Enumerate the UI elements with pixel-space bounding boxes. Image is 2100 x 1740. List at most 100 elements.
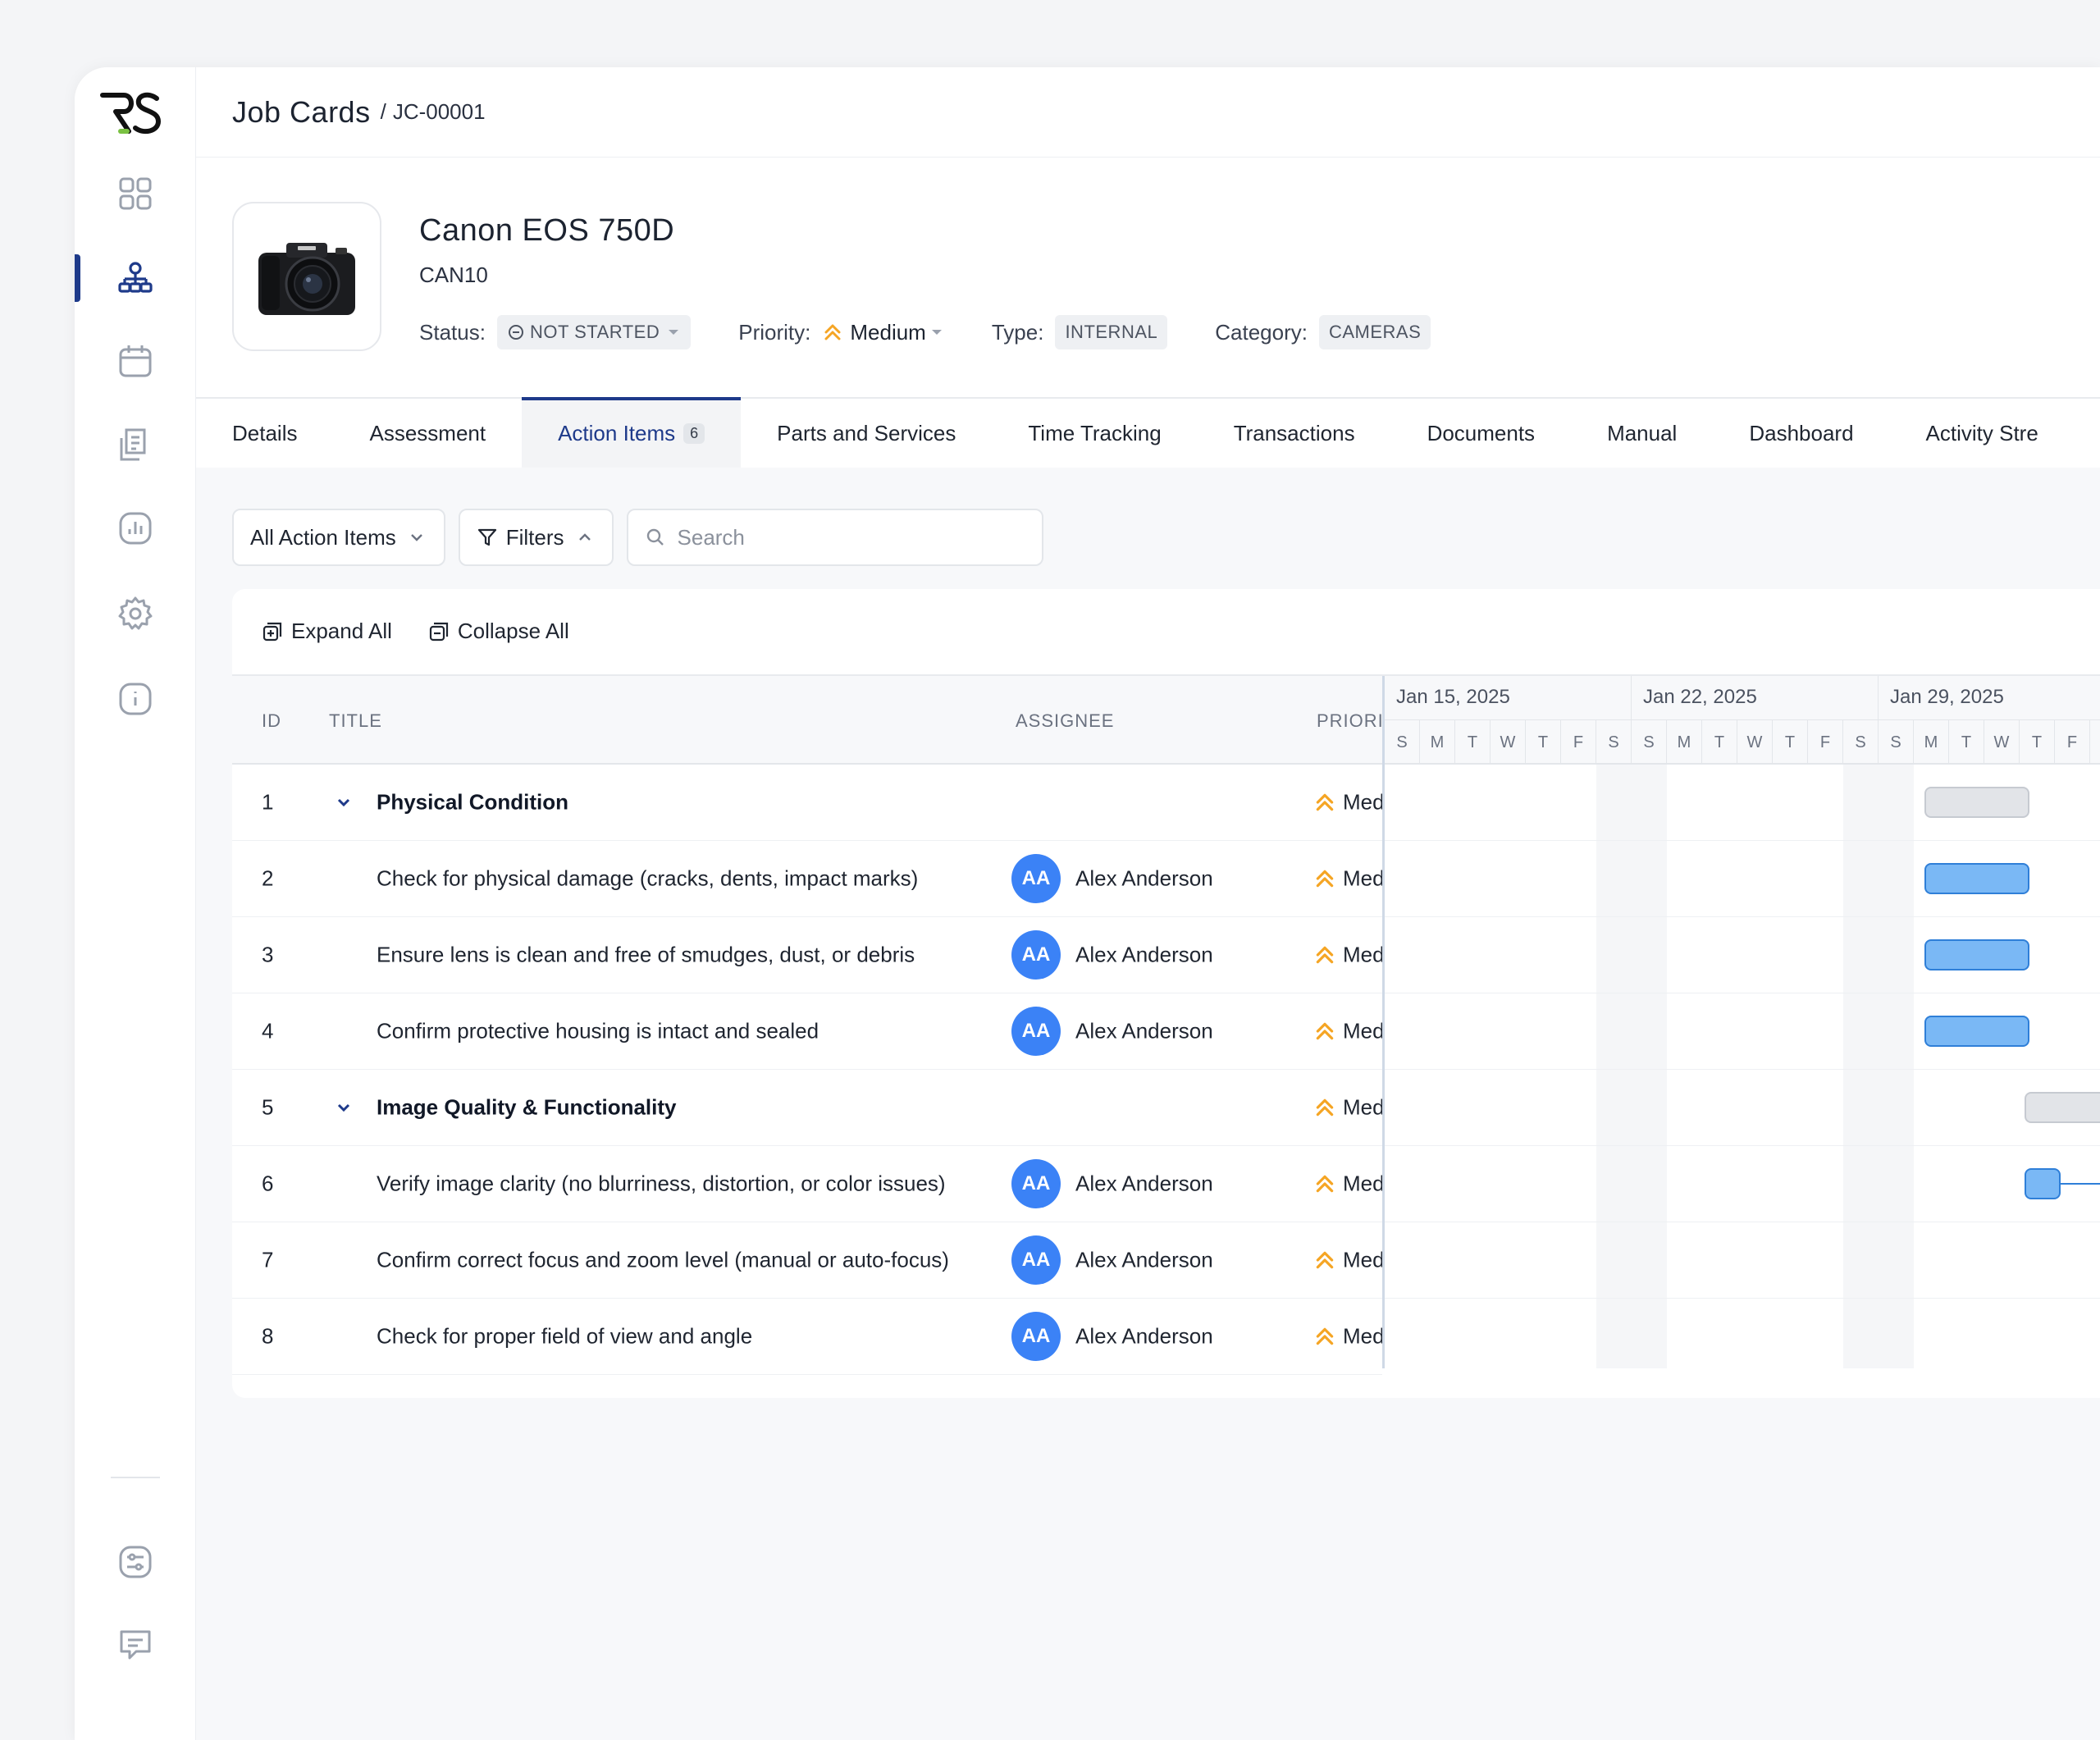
sidebar-item-dashboard[interactable] <box>109 167 162 220</box>
sidebar-item-preferences[interactable] <box>109 1536 162 1588</box>
rs-logo-icon[interactable] <box>99 90 165 136</box>
product-code: CAN10 <box>419 263 488 287</box>
gantt-task-bar[interactable] <box>1924 939 2029 970</box>
status-dropdown[interactable]: NOT STARTED <box>496 315 692 349</box>
row-priority: Med <box>1343 1018 1382 1044</box>
gantt-day-label: W <box>1984 720 2020 765</box>
gantt-task-bar[interactable] <box>1924 787 2029 818</box>
row-title[interactable]: Confirm protective housing is intact and… <box>377 1019 819 1044</box>
sidebar-item-info[interactable] <box>109 673 162 725</box>
priority-medium-icon <box>1313 791 1336 814</box>
gantt-task-bar[interactable] <box>1924 863 2029 894</box>
gantt-task-bar[interactable] <box>2025 1168 2061 1199</box>
dashboard-icon <box>119 177 152 210</box>
tab-manual[interactable]: Manual <box>1607 399 1677 468</box>
row-id: 3 <box>262 942 274 967</box>
row-assignee[interactable]: Alex Anderson <box>1075 1019 1213 1044</box>
gantt-task-bar[interactable] <box>2025 1092 2100 1123</box>
row-id: 8 <box>262 1323 274 1349</box>
avatar: AA <box>1011 854 1061 903</box>
row-id: 6 <box>262 1171 274 1196</box>
table-row[interactable]: 4 Confirm protective housing is intact an… <box>232 993 1382 1070</box>
column-header-priority[interactable]: PRIORI <box>1317 710 1384 732</box>
tab-details[interactable]: Details <box>232 399 297 468</box>
sidebar-item-reports[interactable] <box>109 502 162 555</box>
preferences-icon <box>119 1546 152 1578</box>
caret-down-icon <box>931 330 942 335</box>
table-row[interactable]: 8 Check for proper field of view and angl… <box>232 1299 1382 1375</box>
category-field: Category: CAMERAS <box>1215 315 1431 349</box>
sidebar-item-settings[interactable] <box>109 587 162 640</box>
avatar: AA <box>1011 1007 1061 1056</box>
table-row[interactable]: 7 Confirm correct focus and zoom level (m… <box>232 1222 1382 1299</box>
tab-documents[interactable]: Documents <box>1427 399 1536 468</box>
tab-action-items-count: 6 <box>683 422 705 444</box>
expand-collapse-controls: Expand All Collapse All <box>262 619 569 644</box>
row-title[interactable]: Check for proper field of view and angle <box>377 1324 752 1350</box>
chevron-down-icon[interactable] <box>332 1096 355 1119</box>
row-priority: Med <box>1343 1094 1382 1120</box>
avatar: AA <box>1011 1159 1061 1208</box>
tab-assessment[interactable]: Assessment <box>369 399 486 468</box>
row-title[interactable]: Confirm correct focus and zoom level (ma… <box>377 1248 949 1273</box>
sidebar-item-chat[interactable] <box>109 1618 162 1670</box>
not-started-icon <box>508 325 523 340</box>
row-assignee[interactable]: Alex Anderson <box>1075 866 1213 892</box>
table-row[interactable]: 2 Check for physical damage (cracks, dent… <box>232 841 1382 917</box>
column-header-id[interactable]: ID <box>262 710 281 732</box>
row-title[interactable]: Check for physical damage (cracks, dents… <box>377 866 918 892</box>
row-title[interactable]: Physical Condition <box>377 790 568 815</box>
search-icon <box>646 528 664 546</box>
org-chart-icon <box>118 262 153 293</box>
sidebar-item-documents[interactable] <box>109 418 162 471</box>
app-window: Job Cards / JC-00001 Canon EOS 750D CAN1… <box>75 67 2100 1740</box>
filters-button[interactable]: Filters <box>458 509 614 566</box>
row-title[interactable]: Image Quality & Functionality <box>377 1095 677 1121</box>
sidebar-item-job-cards[interactable] <box>109 252 162 304</box>
gantt-day-label: W <box>1491 720 1526 765</box>
table-row[interactable]: 1 Physical Condition Med <box>232 765 1382 841</box>
tab-transactions[interactable]: Transactions <box>1234 399 1355 468</box>
row-title[interactable]: Verify image clarity (no blurriness, dis… <box>377 1171 946 1197</box>
row-title[interactable]: Ensure lens is clean and free of smudges… <box>377 943 915 968</box>
tab-action-items[interactable]: Action Items 6 <box>522 397 742 468</box>
action-items-grid: Expand All Collapse All ID TITLE ASSIGNE… <box>232 589 2100 1398</box>
expand-all-button[interactable]: Expand All <box>262 619 392 644</box>
tab-parts-and-services[interactable]: Parts and Services <box>777 399 956 468</box>
chevron-down-icon[interactable] <box>332 791 355 814</box>
priority-dropdown[interactable]: Medium <box>822 320 943 345</box>
row-priority: Med <box>1343 1323 1382 1349</box>
view-select-value: All Action Items <box>250 524 396 550</box>
view-select[interactable]: All Action Items <box>232 509 445 566</box>
row-assignee[interactable]: Alex Anderson <box>1075 1248 1213 1273</box>
chevron-up-icon <box>578 533 591 541</box>
tab-activity-stream[interactable]: Activity Stre <box>1926 399 2038 468</box>
nav-active-indicator <box>75 254 80 302</box>
row-assignee[interactable]: Alex Anderson <box>1075 1171 1213 1197</box>
priority-label: Priority: <box>738 319 811 345</box>
table-row[interactable]: 3 Ensure lens is clean and free of smudge… <box>232 917 1382 993</box>
column-header-assignee[interactable]: ASSIGNEE <box>1016 710 1114 732</box>
tab-dashboard[interactable]: Dashboard <box>1749 399 1853 468</box>
breadcrumb-section[interactable]: Job Cards <box>232 95 371 130</box>
gantt-day-label: T <box>1773 720 1808 765</box>
tab-time-tracking[interactable]: Time Tracking <box>1028 399 1161 468</box>
search-input[interactable]: Search <box>626 509 1043 566</box>
priority-medium-icon <box>1313 867 1336 890</box>
gantt-day-label: S <box>1632 720 1667 765</box>
sidebar-item-calendar[interactable] <box>109 335 162 387</box>
table-row[interactable]: 6 Verify image clarity (no blurriness, di… <box>232 1146 1382 1222</box>
calendar-icon <box>119 345 152 377</box>
row-assignee[interactable]: Alex Anderson <box>1075 943 1213 968</box>
collapse-all-button[interactable]: Collapse All <box>428 619 569 644</box>
sidebar-divider <box>111 1477 160 1478</box>
category-label: Category: <box>1215 319 1308 345</box>
gantt-header: Jan 15, 2025 Jan 22, 2025 Jan 29, 2025 S M T W… <box>1385 676 2100 765</box>
gantt-day-label: F <box>2055 720 2090 765</box>
gantt-task-bar[interactable] <box>1924 1016 2029 1047</box>
row-assignee[interactable]: Alex Anderson <box>1075 1324 1213 1350</box>
column-header-title[interactable]: TITLE <box>329 710 382 732</box>
gantt-day-label: S <box>1843 720 1879 765</box>
table-row[interactable]: 5 Image Quality & Functionality Med <box>232 1070 1382 1146</box>
priority-medium-icon <box>1313 1172 1336 1195</box>
